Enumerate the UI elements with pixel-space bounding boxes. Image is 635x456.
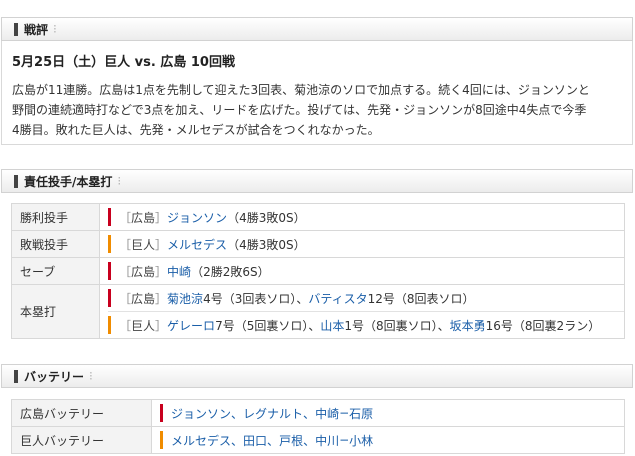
pitcher-record: （4勝3敗0S） [227,237,306,252]
game-review-box: 5月25日（土）巨人 vs. 広島 10回戦 広島が11連勝。広島は1点を先制し… [1,41,633,145]
table-row-save: セーブ ［ 広島 ］ 中崎 （2勝2敗6S） [11,257,625,285]
dotted-separator-icon: ⁝ [117,174,121,188]
player-link[interactable]: 田口 [243,432,267,449]
row-label: 本塁打 [11,284,100,339]
row-label: 広島バッテリー [11,399,152,427]
row-value: ［ 広島 ］ 中崎 （2勝2敗6S） [99,257,625,285]
player-link[interactable]: 菊池涼 [167,290,203,307]
row-value: ［ 巨人 ］ メルセデス （4勝3敗0S） [99,230,625,258]
game-headline: 5月25日（土）巨人 vs. 広島 10回戦 [12,55,235,70]
team-color-marker [108,235,111,253]
section-bar [14,369,18,383]
row-value: ジョンソン、レグナルト、中崎 − 石原 [151,399,625,427]
section-bar [14,174,18,188]
summary-line: 4勝目。敗れた巨人は、先発・メルセデスが試合をつくれなかった。 [12,123,380,137]
game-summary: 広島が11連勝。広島は1点を先制して迎えた3回表、菊池涼のソロで加点する。続く4… [12,80,622,140]
homerun-info: 12号（8回表ソロ） [367,291,475,306]
section-title: バッテリー [24,369,85,384]
battery-table: 広島バッテリー ジョンソン、レグナルト、中崎 − 石原 巨人バッテリー メルセデ… [11,399,625,454]
team-name: 広島 [131,264,156,279]
row-value: ［ 広島 ］ 菊池涼 4号（3回表ソロ）、 バティスタ 12号（8回表ソロ） ［ 巨人 ］ ゲ… [99,284,625,339]
section-header-game-review: 戦評 ⁝ [1,17,633,41]
dotted-separator-icon: ⁝ [53,22,57,36]
team-color-marker [160,431,163,449]
player-link[interactable]: 小林 [349,432,373,449]
player-link[interactable]: 中川 [315,432,339,449]
row-value: ［ 広島 ］ ジョンソン （4勝3敗0S） [99,203,625,231]
row-label: 敗戦投手 [11,230,100,258]
section-header-battery: バッテリー ⁝ [1,364,633,388]
pitchers-table: 勝利投手 ［ 広島 ］ ジョンソン （4勝3敗0S） 敗戦投手 ［ 巨人 ］ メルセデス… [11,203,625,339]
team-color-marker [108,262,111,280]
row-label: 勝利投手 [11,203,100,231]
player-link[interactable]: ゲレーロ [167,317,215,334]
row-label: 巨人バッテリー [11,426,152,454]
team-color-marker [160,404,163,422]
player-link[interactable]: ジョンソン [171,405,231,422]
table-row-loss: 敗戦投手 ［ 巨人 ］ メルセデス （4勝3敗0S） [11,230,625,258]
player-link[interactable]: メルセデス [167,236,227,253]
table-row-win: 勝利投手 ［ 広島 ］ ジョンソン （4勝3敗0S） [11,203,625,231]
team-name: 広島 [131,291,156,306]
table-row-battery-giants: 巨人バッテリー メルセデス、田口、戸根、中川 − 小林 [11,426,625,454]
section-bar [14,22,18,36]
player-link[interactable]: ジョンソン [167,209,227,226]
player-link[interactable]: 中崎 [315,405,339,422]
pitcher-record: （4勝3敗0S） [227,210,306,225]
section-title: 戦評 [24,22,49,37]
homerun-info: 4号（3回表ソロ）、 [203,291,309,306]
player-link[interactable]: 中崎 [167,263,191,280]
section-header-pitchers: 責任投手/本塁打 ⁝ [1,169,633,193]
dotted-separator-icon: ⁝ [89,369,93,383]
row-value: メルセデス、田口、戸根、中川 − 小林 [151,426,625,454]
section-title: 責任投手/本塁打 [24,174,113,189]
table-row-battery-hiroshima: 広島バッテリー ジョンソン、レグナルト、中崎 − 石原 [11,399,625,427]
player-link[interactable]: レグナルト [243,405,303,422]
player-link[interactable]: バティスタ [308,290,367,307]
pitcher-record: （2勝2敗6S） [191,264,270,279]
table-row-homeruns: 本塁打 ［ 広島 ］ 菊池涼 4号（3回表ソロ）、 バティスタ 12号（8回表ソロ） ［ 巨… [11,284,625,339]
player-link[interactable]: 石原 [349,405,373,422]
row-label: セーブ [11,257,100,285]
homerun-info: 16号（8回裏2ラン） [485,318,601,333]
player-link[interactable]: 戸根 [279,432,303,449]
team-name: 広島 [131,210,156,225]
homerun-info: 7号（5回裏ソロ）、 [215,318,321,333]
team-name: 巨人 [131,318,156,333]
homerun-info: 1号（8回裏ソロ）、 [344,318,450,333]
summary-line: 広島が11連勝。広島は1点を先制して迎えた3回表、菊池涼のソロで加点する。続く4… [12,83,590,97]
player-link[interactable]: メルセデス [171,432,231,449]
team-color-marker [108,316,111,334]
team-name: 巨人 [131,237,156,252]
team-color-marker [108,208,111,226]
summary-line: 野間の連続適時打などで3点を加え、リードを広げた。投げては、先発・ジョンソンが8… [12,103,587,117]
player-link[interactable]: 坂本勇 [450,317,486,334]
player-link[interactable]: 山本 [320,317,344,334]
team-color-marker [108,289,111,307]
